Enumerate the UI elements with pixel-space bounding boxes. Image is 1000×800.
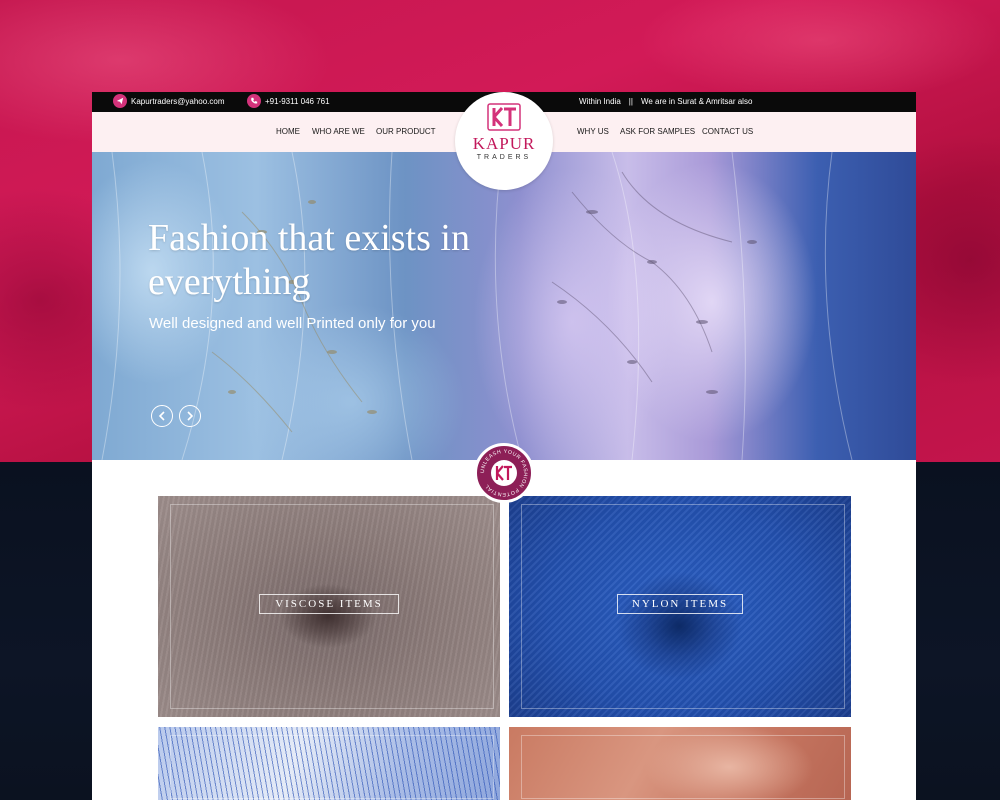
fabric-pattern xyxy=(101,152,853,460)
separator: || xyxy=(628,97,633,106)
website-mockup: Kapurtraders@yahoo.com +91-9311 046 761 … xyxy=(92,92,916,800)
product-label-viscose[interactable]: VISCOSE ITEMS xyxy=(259,594,399,614)
email-contact[interactable]: Kapurtraders@yahoo.com xyxy=(113,94,225,108)
telegram-icon xyxy=(113,94,127,108)
chevron-left-icon xyxy=(158,411,165,421)
product-label-nylon[interactable]: NYLON ITEMS xyxy=(617,594,743,614)
nav-our-product[interactable]: OUR PRODUCT xyxy=(376,127,436,136)
nav-why-us[interactable]: WHY US xyxy=(577,127,609,136)
nav-home[interactable]: HOME xyxy=(276,127,300,136)
site-logo[interactable]: KAPUR TRADERS xyxy=(455,92,553,190)
fashion-badge: UNLEASH YOUR FASHION POTENTIAL xyxy=(474,443,534,503)
next-slide-button[interactable] xyxy=(179,405,201,427)
phone-icon xyxy=(247,94,261,108)
prev-slide-button[interactable] xyxy=(151,405,173,427)
product-tile-striped[interactable] xyxy=(158,727,500,800)
logo-tagline: TRADERS xyxy=(476,154,532,161)
phone-text[interactable]: +91-9311 046 761 xyxy=(265,97,330,106)
nav-contact-us[interactable]: CONTACT US xyxy=(702,127,753,136)
region-info: Within India || We are in Surat & Amrits… xyxy=(579,97,752,106)
region-text: Within India xyxy=(579,97,621,106)
nav-who-are-we[interactable]: WHO ARE WE xyxy=(312,127,365,136)
product-tile-viscose[interactable]: VISCOSE ITEMS xyxy=(158,496,500,717)
hero-slider: Fashion that exists in everything Well d… xyxy=(92,152,916,460)
tile-frame xyxy=(521,735,845,799)
product-tile-nylon[interactable]: NYLON ITEMS xyxy=(509,496,851,717)
kt-monogram-logo xyxy=(487,103,521,131)
logo-name: KAPUR xyxy=(472,134,536,153)
badge-emblem: UNLEASH YOUR FASHION POTENTIAL xyxy=(480,449,528,497)
tile-frame xyxy=(170,735,494,799)
phone-contact[interactable]: +91-9311 046 761 xyxy=(247,94,330,108)
locations-text: We are in Surat & Amritsar also xyxy=(640,97,753,106)
product-tile-peach[interactable] xyxy=(509,727,851,800)
hero-subtitle: Well designed and well Printed only for … xyxy=(149,315,436,332)
chevron-right-icon xyxy=(187,411,194,421)
nav-ask-for-samples[interactable]: ASK FOR SAMPLES xyxy=(620,127,695,136)
email-text[interactable]: Kapurtraders@yahoo.com xyxy=(131,97,225,106)
hero-title: Fashion that exists in everything xyxy=(148,217,470,303)
